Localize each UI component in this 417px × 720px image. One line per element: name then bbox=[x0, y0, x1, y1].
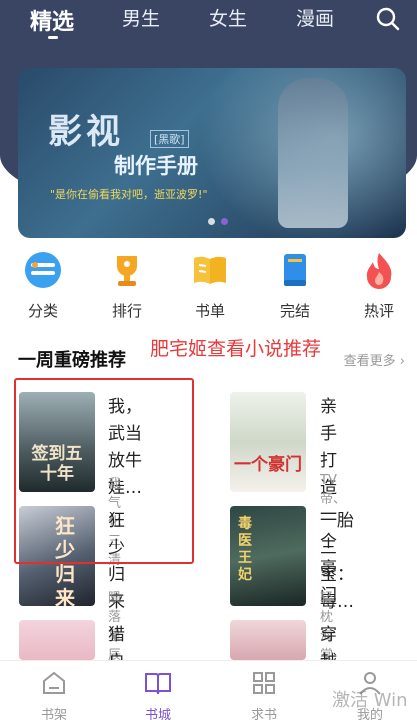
book-author: TV帝、 bbox=[320, 473, 347, 507]
category-label: 完结 bbox=[279, 302, 310, 320]
chevron-right-icon: › bbox=[399, 354, 405, 369]
nav-request-book[interactable]: 求书 bbox=[234, 669, 294, 720]
classify-icon bbox=[25, 252, 61, 288]
book-title: 一胎三 bbox=[320, 511, 354, 558]
category-finished[interactable]: 完结 bbox=[265, 250, 325, 321]
nav-label: 求书 bbox=[250, 708, 277, 720]
open-book-icon bbox=[145, 673, 171, 695]
highlight-box bbox=[14, 378, 194, 564]
search-icon[interactable] bbox=[375, 6, 401, 32]
category-label: 分类 bbox=[27, 302, 58, 320]
fire-icon bbox=[366, 253, 392, 289]
banner-dot[interactable] bbox=[208, 218, 215, 225]
nav-bookshelf[interactable]: 书架 bbox=[24, 669, 84, 720]
banner-pagination bbox=[208, 218, 228, 225]
activation-watermark: 激活 Win bbox=[332, 690, 408, 711]
banner-subtitle: 制作手册 bbox=[114, 153, 198, 178]
category-ranking[interactable]: 排行 bbox=[97, 250, 157, 321]
banner-dot-active[interactable] bbox=[221, 218, 228, 225]
trophy-icon bbox=[117, 256, 137, 286]
category-label: 书单 bbox=[194, 302, 225, 320]
nav-label: 书城 bbox=[144, 708, 171, 720]
book-cover bbox=[19, 620, 95, 660]
category-label: 热评 bbox=[363, 302, 394, 320]
grid-icon bbox=[253, 672, 275, 694]
promo-banner[interactable]: 影视 [黑歌] 制作手册 "是你在偷看我对吧，逝亚波罗!" bbox=[18, 68, 406, 238]
banner-title: 影视 bbox=[48, 112, 124, 152]
category-booklist[interactable]: 书单 bbox=[180, 250, 240, 321]
nav-label: 书架 bbox=[40, 708, 67, 720]
banner-figure-image bbox=[278, 78, 348, 228]
book-cover: 毒医王妃 bbox=[230, 506, 306, 606]
book-cover: 一个豪门 bbox=[230, 392, 306, 492]
category-hot-reviews[interactable]: 热评 bbox=[349, 250, 409, 321]
banner-quote: "是你在偷看我对吧，逝亚波罗!" bbox=[50, 188, 208, 201]
bookshelf-icon bbox=[43, 671, 65, 694]
finished-book-icon bbox=[284, 254, 306, 286]
book-cover bbox=[230, 620, 306, 660]
banner-tag: [黑歌] bbox=[150, 130, 189, 148]
category-classify[interactable]: 分类 bbox=[13, 250, 73, 321]
category-label: 排行 bbox=[111, 302, 142, 320]
section-title: 一周重磅推荐 bbox=[18, 350, 126, 371]
nav-bookstore[interactable]: 书城 bbox=[128, 669, 188, 720]
tab-comics[interactable]: 漫画 bbox=[296, 4, 334, 31]
see-more-label: 查看更多 bbox=[343, 354, 396, 369]
tab-female[interactable]: 女生 bbox=[209, 4, 247, 31]
active-tab-indicator bbox=[48, 36, 58, 39]
see-more-link[interactable]: 查看更多 › bbox=[344, 350, 405, 369]
cover-text: 毒医王妃 bbox=[238, 516, 252, 583]
top-tab-bar: 精选 男生 女生 漫画 bbox=[0, 0, 417, 56]
booklist-icon bbox=[194, 256, 226, 284]
tab-male[interactable]: 男生 bbox=[122, 4, 160, 31]
tab-featured[interactable]: 精选 bbox=[30, 4, 74, 36]
annotation-overlay: 肥宅姬查看小说推荐 bbox=[150, 338, 322, 360]
cover-text: 一个豪门 bbox=[234, 455, 302, 475]
